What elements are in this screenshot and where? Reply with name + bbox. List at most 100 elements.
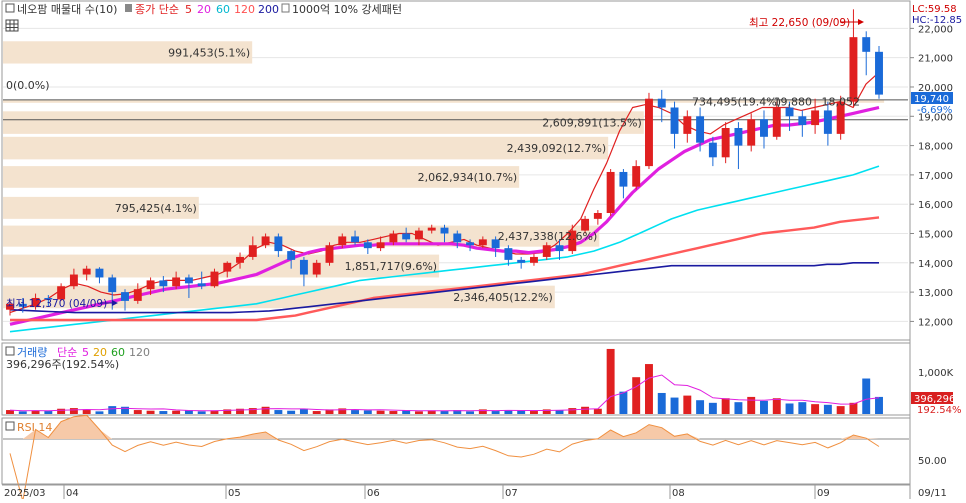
candle-body [683, 116, 692, 134]
volume-badge-value: 396,296 [914, 394, 955, 405]
candle-body [632, 166, 641, 187]
x-axis-label: 2025/03 [4, 488, 46, 499]
candle-body [133, 289, 142, 301]
volume-badge-pct: 192.54% [917, 405, 962, 416]
candle-body [427, 227, 436, 231]
volume-bar [657, 392, 666, 414]
ticker-label[interactable]: 네오팜 매물대 수(10) [17, 3, 117, 16]
volume-bar [823, 404, 832, 414]
candle-body [708, 142, 717, 158]
volume-bar [760, 400, 768, 414]
candle-body [261, 236, 270, 246]
volume-bar [811, 404, 820, 414]
candle-body [210, 271, 219, 287]
volume-bar [798, 402, 807, 414]
candle-body [747, 119, 756, 146]
price-tick-label: 12,000 [918, 317, 953, 328]
volume-bar [44, 411, 53, 414]
x-axis-label: 06 [367, 488, 380, 499]
ma-period-120[interactable]: 120 [234, 3, 255, 16]
volume-bar [376, 410, 385, 414]
legend-checkbox[interactable] [5, 3, 15, 13]
current-price-change: -6.69% [917, 105, 952, 116]
candle-body [696, 116, 705, 143]
candle-body [875, 51, 883, 95]
volume-profile-label: 2,609,891(13.5%) [542, 117, 642, 130]
candle-body [402, 233, 411, 240]
volume-profile-label: 1,851,717(9.6%) [345, 260, 438, 273]
volume-profile-label: 991,453(5.1%) [168, 46, 250, 59]
candle-body [581, 218, 590, 231]
volume-profile-label: 2,062,934(10.7%) [418, 171, 518, 184]
volume-bar [683, 395, 692, 414]
candle-body [338, 236, 347, 246]
ma-period-200[interactable]: 200 [258, 3, 279, 16]
ma-period-5[interactable]: 5 [185, 3, 192, 16]
candle-body [849, 37, 858, 102]
candle-body [619, 171, 628, 187]
pattern-label[interactable]: 1000억 10% 강세패턴 [292, 3, 402, 16]
candle-body [440, 227, 449, 234]
rsi-legend-checkbox[interactable] [5, 421, 15, 431]
candle-body [287, 251, 296, 260]
volume-bar [734, 402, 743, 414]
hc-readout: HC:-12.85 [912, 15, 962, 26]
candle-body [351, 236, 360, 243]
candle-body [670, 107, 679, 134]
candle-body [121, 292, 129, 301]
high-annotation: 최고 22,650 (09/09) [749, 17, 850, 29]
volume-bar [287, 410, 296, 414]
volume-profile-label: 2,437,338(12.6%) [498, 230, 598, 243]
candle-body [529, 256, 538, 263]
volume-bar [568, 408, 577, 414]
volume-bar [108, 406, 117, 414]
price-tick-label: 15,000 [918, 230, 953, 241]
candle-body [414, 230, 423, 240]
stock-chart-window: 991,453(5.1%) 734,495(19.4%) 19,880 18,052 2… [0, 0, 966, 502]
zero-profile-label: 0(0.0%) [6, 79, 50, 92]
x-axis-label: 04 [66, 488, 79, 499]
volume-bar [772, 398, 781, 414]
volume-bar [146, 410, 155, 414]
candle-body [108, 277, 117, 293]
rsi-label[interactable]: RSI 14 [17, 421, 52, 434]
ma-period-60[interactable]: 60 [216, 3, 230, 16]
candle-body [645, 98, 653, 167]
volume-bar [312, 411, 321, 414]
candle-body [517, 259, 526, 263]
candle-body [760, 119, 768, 137]
volume-bar [133, 410, 142, 414]
ma-color-swatch [125, 4, 132, 12]
candle-body [657, 98, 666, 108]
candle-body [172, 277, 181, 287]
x-axis-label: 09 [817, 488, 830, 499]
candle-body [325, 245, 334, 263]
volume-bar [645, 364, 653, 414]
ma-period-20[interactable]: 20 [197, 3, 211, 16]
volume-profile-label: 19,880 [774, 95, 813, 108]
volume-bar [274, 410, 283, 414]
grid-icon[interactable] [5, 19, 19, 32]
candle-body [312, 262, 321, 275]
candle-body [823, 110, 832, 134]
volume-bar [529, 411, 538, 414]
volume-bar [696, 400, 705, 414]
volume-bar [836, 406, 845, 414]
ma-prefix: 종가 단순 [135, 3, 179, 16]
candle-body [798, 116, 807, 126]
current-price-value: 19,740 [914, 94, 949, 105]
candle-body [542, 245, 551, 257]
price-tick-label: 18,000 [918, 142, 953, 153]
volume-bar [593, 408, 602, 414]
volume-bar [747, 396, 756, 414]
candle-body [197, 283, 206, 287]
candle-body [248, 245, 257, 257]
volume-profile-label: 734,495(19.4%) [692, 95, 781, 108]
volume-legend-checkbox[interactable] [5, 346, 15, 356]
candle-body [95, 268, 104, 278]
volume-ma-120[interactable]: 120 [129, 346, 150, 359]
volume-bar [440, 411, 449, 414]
candle-body [466, 242, 475, 246]
volume-bar [466, 411, 475, 414]
volume-bar [632, 377, 641, 414]
